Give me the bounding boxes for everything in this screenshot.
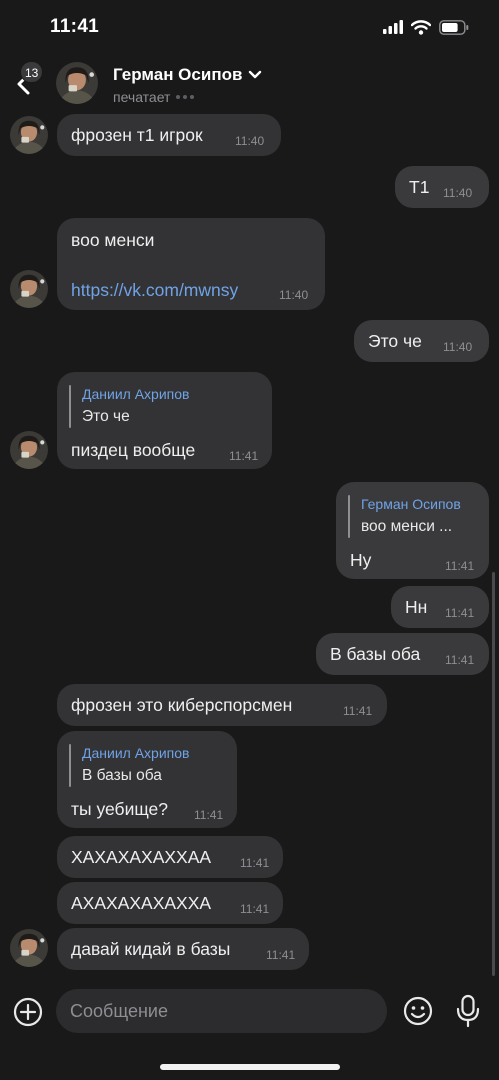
microphone-icon xyxy=(456,994,480,1028)
message-text: Т1 xyxy=(409,177,430,197)
typing-dots-icon xyxy=(176,95,195,99)
message-text: фрозен т1 игрок xyxy=(71,125,203,145)
message-time: 11:41 xyxy=(343,704,373,718)
typing-label: печатает xyxy=(113,89,171,105)
message-text: Нн xyxy=(405,597,428,617)
message-bubble-outgoing[interactable]: В базы оба 11:41 xyxy=(316,633,489,675)
message-time: 11:41 xyxy=(194,808,224,822)
reply-text: В базы оба xyxy=(82,767,162,784)
sender-avatar[interactable] xyxy=(10,270,48,308)
message-text: ты уебище? xyxy=(71,799,169,819)
message-time: 11:41 xyxy=(229,449,259,463)
message-text: Это че xyxy=(368,331,422,351)
emoji-button[interactable] xyxy=(402,995,434,1027)
message-time: 11:41 xyxy=(445,606,475,620)
message-time: 11:40 xyxy=(443,340,473,354)
message-time: 11:41 xyxy=(445,653,475,667)
message-time: 11:41 xyxy=(240,902,270,916)
battery-icon xyxy=(439,19,469,35)
message-text: пиздец вообще xyxy=(71,440,196,460)
reply-text: воо менси ... xyxy=(361,518,453,535)
message-bubble-incoming[interactable]: АХАХАХАХАХХА 11:41 xyxy=(57,882,283,924)
contact-name: Герман Осипов xyxy=(113,65,243,84)
chevron-down-icon xyxy=(249,70,262,79)
message-text: Ну xyxy=(350,550,372,570)
message-bubble-incoming[interactable]: фрозен т1 игрок 11:40 xyxy=(57,114,281,156)
status-icons xyxy=(383,18,469,36)
message-text: В базы оба xyxy=(330,644,421,664)
attach-button[interactable] xyxy=(12,996,44,1028)
contact-avatar[interactable] xyxy=(56,62,98,104)
reply-quote-bar xyxy=(69,744,71,787)
message-bubble-outgoing[interactable]: Герман Осипов воо менси ... Ну 11:41 xyxy=(336,482,489,579)
message-bubble-outgoing[interactable]: Т1 11:40 xyxy=(395,166,489,208)
reply-author: Даниил Ахрипов xyxy=(82,386,190,402)
reply-author: Герман Осипов xyxy=(361,496,461,512)
chat-header: 13 Герман Осипов печатает xyxy=(0,56,499,112)
message-bubble-incoming[interactable]: воо менси https://vk.com/mwnsy 11:40 xyxy=(57,218,325,310)
reply-quote-bar xyxy=(69,385,71,428)
sender-avatar[interactable] xyxy=(10,431,48,469)
message-input[interactable] xyxy=(56,989,387,1033)
message-text: ХАХАХАХАХХАА xyxy=(71,847,212,867)
reply-quote-bar xyxy=(348,495,350,538)
unread-badge: 13 xyxy=(20,61,44,83)
sender-avatar[interactable] xyxy=(10,116,48,154)
message-bubble-outgoing[interactable]: Нн 11:41 xyxy=(391,586,489,628)
wifi-icon xyxy=(411,19,431,35)
message-composer xyxy=(0,984,499,1044)
message-bubble-incoming[interactable]: ХАХАХАХАХХАА 11:41 xyxy=(57,836,283,878)
message-text: давай кидай в базы xyxy=(71,939,231,959)
smiley-icon xyxy=(403,996,433,1026)
home-indicator[interactable] xyxy=(160,1064,340,1070)
message-time: 11:40 xyxy=(443,186,473,200)
reply-author: Даниил Ахрипов xyxy=(82,745,190,761)
message-bubble-outgoing[interactable]: Это че 11:40 xyxy=(354,320,489,362)
signal-icon xyxy=(383,20,403,34)
message-time: 11:41 xyxy=(445,559,475,573)
message-bubble-incoming[interactable]: Даниил Ахрипов Это че пиздец вообще 11:4… xyxy=(57,372,272,469)
message-time: 11:41 xyxy=(266,948,296,962)
plus-icon xyxy=(13,997,43,1027)
sender-avatar[interactable] xyxy=(10,929,48,967)
message-time: 11:40 xyxy=(235,134,265,148)
message-time: 11:40 xyxy=(279,288,309,302)
message-time: 11:41 xyxy=(240,856,270,870)
scroll-indicator[interactable] xyxy=(492,572,495,976)
message-bubble-incoming[interactable]: Даниил Ахрипов В базы оба ты уебище? 11:… xyxy=(57,731,237,828)
voice-message-button[interactable] xyxy=(454,993,482,1029)
status-bar: 11:41 xyxy=(0,0,499,56)
message-text: АХАХАХАХАХХА xyxy=(71,893,212,913)
status-time: 11:41 xyxy=(50,16,100,37)
reply-text: Это че xyxy=(82,408,130,425)
message-text: фрозен это киберспорсмен xyxy=(71,695,293,715)
message-text: воо менси xyxy=(71,230,155,250)
message-link[interactable]: https://vk.com/mwnsy xyxy=(71,280,238,301)
typing-status: печатает xyxy=(113,89,195,105)
contact-title[interactable]: Герман Осипов xyxy=(113,65,262,85)
message-bubble-incoming[interactable]: давай кидай в базы 11:41 xyxy=(57,928,309,970)
message-bubble-incoming[interactable]: фрозен это киберспорсмен 11:41 xyxy=(57,684,387,726)
